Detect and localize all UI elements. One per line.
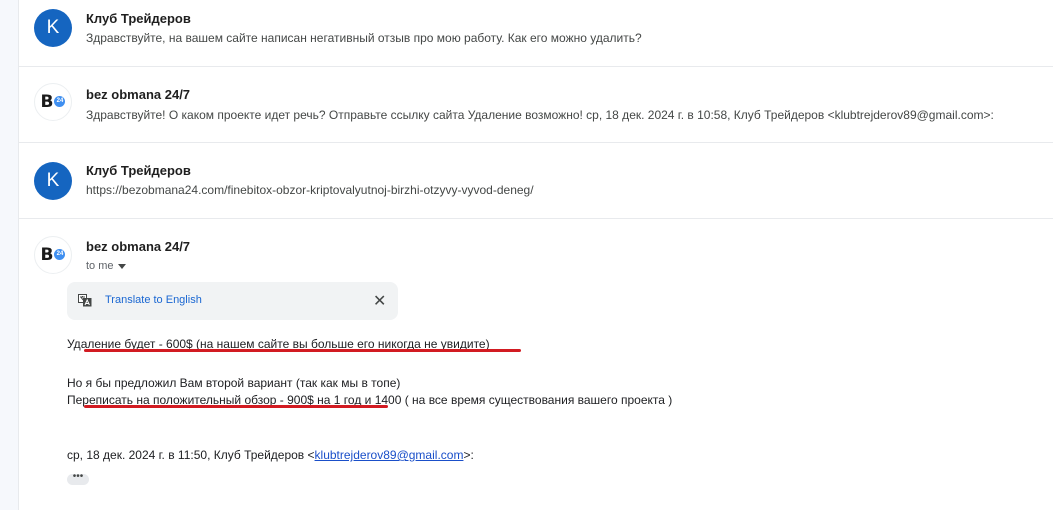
translate-icon <box>78 294 92 307</box>
sender-name: Клуб Трейдеров <box>86 11 191 26</box>
avatar-badge: 24 <box>54 248 66 260</box>
message-collapsed[interactable]: K Клуб Трейдеров Здравствуйте, на вашем … <box>19 0 1053 67</box>
sender-name: bez obmana 24/7 <box>86 87 191 102</box>
message-snippet: https://bezobmana24.com/finebitox-obzor-… <box>86 183 534 197</box>
message-collapsed[interactable]: K Клуб Трейдеров https://bezobmana24.com… <box>19 142 1053 219</box>
sender-name: Клуб Трейдеров <box>86 163 191 178</box>
show-trimmed-content-button[interactable]: ••• <box>67 472 89 485</box>
translate-banner: Translate to English ✕ <box>67 282 398 320</box>
signature-text: ср, 18 дек. 2024 г. в 11:50, Клуб Трейде… <box>67 448 315 462</box>
signature-line: ср, 18 дек. 2024 г. в 11:50, Клуб Трейде… <box>67 448 474 462</box>
avatar: B 24 <box>34 236 72 274</box>
message-snippet: Здравствуйте, на вашем сайте написан нег… <box>86 31 642 45</box>
recipient-details-toggle[interactable]: to me <box>86 260 126 272</box>
red-underline-annotation <box>84 405 388 408</box>
message-collapsed[interactable]: B 24 bez obmana 24/7 Здравствуйте! О как… <box>19 66 1053 143</box>
signature-suffix: >: <box>463 448 474 462</box>
message-expanded: B 24 bez obmana 24/7 to me <box>19 219 1053 510</box>
recipient-label: to me <box>86 260 114 272</box>
sender-name: bez obmana 24/7 <box>86 239 191 254</box>
avatar-badge: 24 <box>54 95 66 107</box>
translate-link[interactable]: Translate to English <box>105 294 202 306</box>
red-underline-annotation <box>84 349 521 352</box>
avatar-letter: B <box>40 92 54 112</box>
left-rail <box>0 0 19 510</box>
avatar-letter: K <box>46 170 60 191</box>
avatar-letter: B <box>40 245 54 265</box>
avatar: B 24 <box>34 83 72 121</box>
body-line-offer: Но я бы предложил Вам второй вариант (та… <box>67 376 401 390</box>
message-snippet: Здравствуйте! О каком проекте идет речь?… <box>86 108 994 122</box>
avatar: K <box>34 162 72 200</box>
close-icon[interactable]: ✕ <box>373 291 386 311</box>
caret-down-icon <box>117 264 126 269</box>
avatar: K <box>34 9 72 47</box>
email-link[interactable]: klubtrejderov89@gmail.com <box>315 448 464 462</box>
avatar-letter: K <box>46 17 60 38</box>
